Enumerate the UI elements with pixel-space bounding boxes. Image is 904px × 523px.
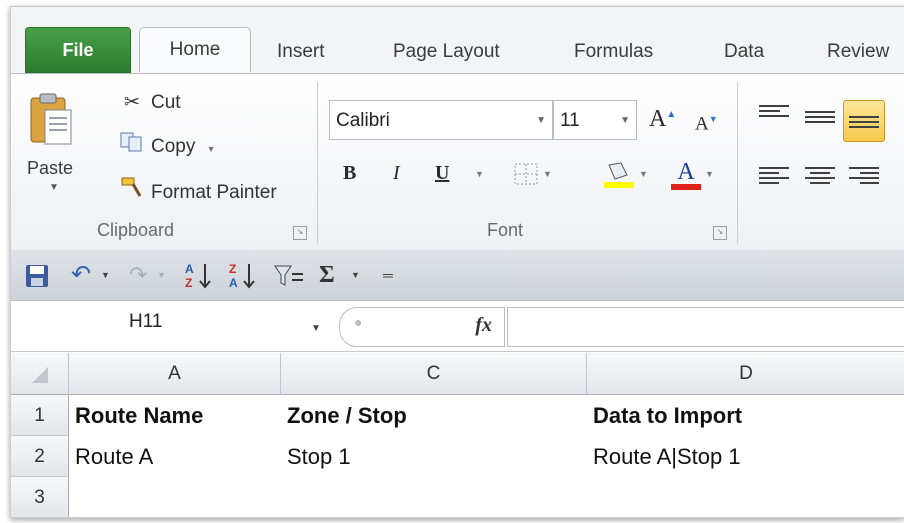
scissors-icon: ✂	[124, 92, 140, 113]
chevron-down-icon[interactable]: ▼	[207, 144, 216, 154]
formula-bar: H11 ▼ ● fx	[11, 301, 904, 352]
font-color-button[interactable]: A ▼	[671, 156, 714, 190]
undo-icon[interactable]: ↶	[71, 260, 91, 290]
customize-qat-icon[interactable]: ═	[383, 260, 393, 290]
cell-c1[interactable]: Zone / Stop	[281, 395, 587, 436]
name-box[interactable]: H11 ▼	[11, 301, 329, 351]
cell-c2[interactable]: Stop 1	[281, 436, 587, 477]
borders-button[interactable]: ▼	[513, 156, 552, 190]
dialog-launcher-icon[interactable]: ↘	[713, 226, 727, 240]
copy-label: Copy	[151, 136, 196, 157]
align-center-icon[interactable]	[805, 164, 835, 186]
cancel-icon[interactable]: ●	[354, 314, 362, 330]
font-size-value: 11	[560, 110, 580, 131]
quick-access-toolbar: ↶ ▼ ↷ ▼ AZ ZA Σ ▼ ═	[11, 250, 904, 301]
filter-icon[interactable]	[273, 260, 305, 290]
align-right-icon[interactable]	[849, 164, 879, 186]
chevron-down-icon[interactable]: ▼	[536, 101, 546, 141]
underline-button[interactable]: U	[435, 156, 449, 190]
autosum-icon[interactable]: Σ	[319, 260, 335, 290]
align-left-icon[interactable]	[759, 164, 789, 186]
align-middle-icon[interactable]	[805, 108, 835, 130]
svg-text:A: A	[229, 276, 238, 290]
underline-dropdown[interactable]: ▼	[471, 156, 484, 190]
cell-a1[interactable]: Route Name	[69, 395, 281, 436]
redo-icon[interactable]: ↷	[129, 260, 147, 290]
align-bottom-icon	[849, 113, 879, 135]
tab-insert[interactable]: Insert	[277, 37, 325, 67]
copy-icon	[119, 132, 145, 162]
font-name-value: Calibri	[336, 110, 390, 131]
cell-c3[interactable]	[281, 477, 587, 517]
ribbon-tab-bar: File Home Insert Page Layout Formulas Da…	[11, 7, 904, 73]
cell-d1[interactable]: Data to Import	[587, 395, 904, 436]
shrink-font-icon[interactable]: A▼	[695, 102, 718, 136]
italic-button[interactable]: I	[393, 156, 400, 190]
cut-button[interactable]: ✂ Cut	[119, 88, 181, 118]
chevron-down-icon[interactable]: ▼	[101, 260, 110, 290]
row-header[interactable]: 3	[11, 477, 69, 517]
paste-icon	[30, 93, 72, 145]
chevron-down-icon[interactable]: ▼	[311, 323, 321, 334]
insert-function-icon[interactable]: fx	[475, 314, 492, 337]
row-header[interactable]: 2	[11, 436, 69, 477]
font-color-icon: A	[671, 160, 701, 190]
formula-input[interactable]	[507, 307, 904, 347]
fx-area: ● fx	[339, 307, 505, 347]
tab-review[interactable]: Review	[827, 37, 889, 67]
copy-button[interactable]: Copy ▼	[119, 132, 216, 162]
bold-button[interactable]: B	[343, 156, 356, 190]
svg-text:Z: Z	[229, 262, 236, 276]
cell-d3[interactable]	[587, 477, 904, 517]
chevron-down-icon[interactable]: ▼	[351, 260, 360, 290]
column-header-a[interactable]: A	[69, 353, 281, 395]
align-bottom-button[interactable]	[843, 100, 885, 142]
format-painter-label: Format Painter	[151, 182, 277, 203]
chevron-down-icon[interactable]: ▼	[620, 101, 630, 141]
svg-text:Z: Z	[185, 276, 192, 290]
font-name-combo[interactable]: Calibri ▼	[329, 100, 553, 140]
cell-d2[interactable]: Route A|Stop 1	[587, 436, 904, 477]
name-box-value: H11	[129, 311, 163, 332]
select-all-corner[interactable]	[11, 353, 69, 395]
column-header-d[interactable]: D	[587, 353, 904, 395]
cell-a2[interactable]: Route A	[69, 436, 281, 477]
tab-file[interactable]: File	[25, 27, 131, 73]
grow-font-icon[interactable]: A▲	[649, 98, 676, 132]
paint-bucket-icon	[604, 162, 634, 188]
align-top-icon[interactable]	[759, 102, 789, 124]
svg-text:A: A	[185, 262, 194, 276]
ribbon-home: Paste ▼ ✂ Cut Copy ▼ Format Painter Clipb…	[11, 73, 904, 251]
font-size-combo[interactable]: 11 ▼	[553, 100, 637, 140]
sort-ascending-icon[interactable]: AZ	[183, 260, 213, 290]
sort-descending-icon[interactable]: ZA	[227, 260, 257, 290]
borders-icon	[514, 163, 538, 185]
clipboard-group-label: Clipboard	[97, 220, 175, 240]
cell-a3[interactable]	[69, 477, 281, 517]
dialog-launcher-icon[interactable]: ↘	[293, 226, 307, 240]
column-header-c[interactable]: C	[281, 353, 587, 395]
excel-window: File Home Insert Page Layout Formulas Da…	[10, 6, 904, 518]
cut-label: Cut	[151, 92, 181, 113]
font-group-label: Font	[487, 220, 524, 240]
tab-data[interactable]: Data	[724, 37, 764, 67]
paintbrush-icon	[119, 176, 145, 208]
fill-color-button[interactable]: ▼	[603, 156, 648, 190]
underline-label: U	[435, 162, 450, 184]
save-icon[interactable]	[25, 260, 49, 290]
chevron-down-icon: ▼	[49, 182, 59, 193]
tab-home[interactable]: Home	[139, 27, 251, 72]
paste-label: Paste	[27, 158, 74, 178]
chevron-down-icon[interactable]: ▼	[157, 260, 166, 290]
format-painter-button[interactable]: Format Painter	[119, 176, 277, 206]
tab-page-layout[interactable]: Page Layout	[393, 37, 500, 67]
group-divider	[317, 82, 318, 244]
row-header[interactable]: 1	[11, 395, 69, 436]
group-divider	[737, 82, 738, 244]
tab-formulas[interactable]: Formulas	[574, 37, 653, 67]
